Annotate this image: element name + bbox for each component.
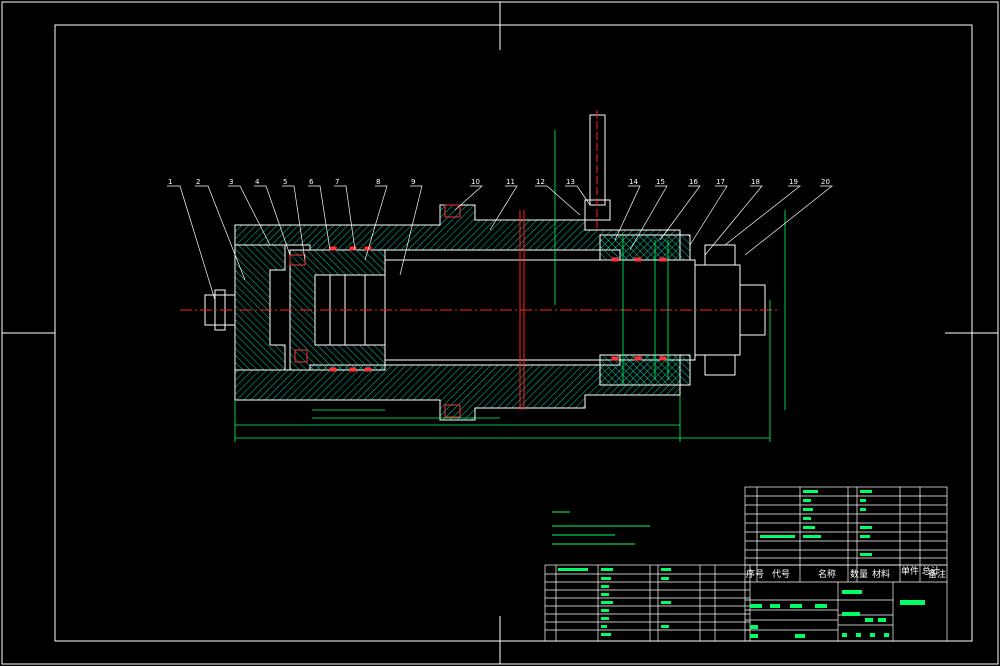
title-block-header: 序号 代号 名称 数量 材料 单件 总计 备注 xyxy=(746,565,946,580)
cylinder-assembly xyxy=(180,110,780,421)
balloon-4: 4 xyxy=(255,178,260,186)
balloon-5: 5 xyxy=(283,178,287,186)
header-seq: 序号 xyxy=(746,568,764,580)
balloon-labels: 1 2 3 4 5 6 7 8 9 10 11 12 13 14 15 16 1… xyxy=(168,178,830,186)
balloon-18: 18 xyxy=(751,178,760,186)
balloon-2: 2 xyxy=(196,178,200,186)
header-name: 名称 xyxy=(818,568,836,580)
header-code: 代号 xyxy=(772,569,790,580)
balloon-7: 7 xyxy=(335,178,339,186)
balloon-16: 16 xyxy=(689,178,698,186)
balloon-6: 6 xyxy=(309,178,314,186)
balloon-3: 3 xyxy=(229,178,233,186)
cad-drawing: 1 2 3 4 5 6 7 8 9 10 11 12 13 14 15 16 1… xyxy=(1,1,999,665)
balloon-10: 10 xyxy=(471,178,480,186)
balloon-17: 17 xyxy=(716,178,725,186)
balloon-14: 14 xyxy=(629,178,638,186)
balloon-9: 9 xyxy=(411,178,415,186)
header-remark: 备注 xyxy=(928,568,946,580)
balloon-20: 20 xyxy=(821,178,830,186)
technical-notes xyxy=(552,511,650,545)
balloon-13: 13 xyxy=(566,178,575,186)
balloon-1: 1 xyxy=(168,178,172,186)
balloon-19: 19 xyxy=(789,178,798,186)
balloon-8: 8 xyxy=(376,178,380,186)
balloon-15: 15 xyxy=(656,178,665,186)
header-material: 材料 xyxy=(872,568,890,580)
balloon-12: 12 xyxy=(536,178,545,186)
front-gland xyxy=(599,234,691,261)
rear-end-cap xyxy=(234,244,286,371)
parts-list-lower xyxy=(544,564,751,642)
header-qty: 数量 xyxy=(850,568,868,580)
balloon-11: 11 xyxy=(506,178,515,186)
